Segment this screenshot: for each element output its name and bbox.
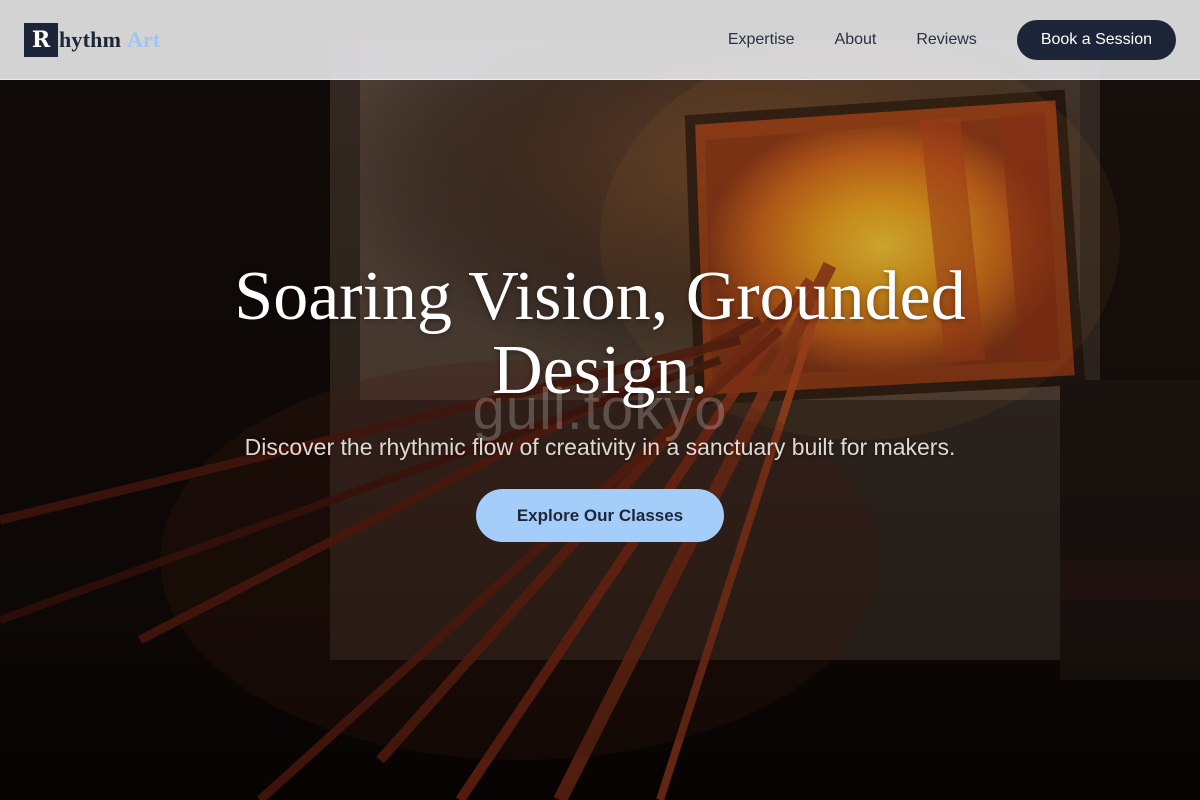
explore-classes-button[interactable]: Explore Our Classes xyxy=(475,489,725,542)
hero-subtitle: Discover the rhythmic flow of creativity… xyxy=(244,434,956,460)
book-session-button[interactable]: Book a Session xyxy=(1016,20,1176,60)
logo[interactable]: R hythm Art xyxy=(24,23,160,57)
hero-title-line1: Soaring Vision, Grounded xyxy=(234,258,966,335)
main-nav: Expertise About Reviews Book a Session xyxy=(728,20,1176,60)
nav-link-reviews[interactable]: Reviews xyxy=(916,31,976,49)
logo-accent: Art xyxy=(127,27,161,52)
nav-link-about[interactable]: About xyxy=(835,31,877,49)
hero-title-line2: Design. xyxy=(492,332,708,409)
hero-section: Soaring Vision, Grounded Design. gull.to… xyxy=(0,0,1200,800)
site-header: R hythm Art Expertise About Reviews Book… xyxy=(0,0,1200,80)
logo-word: hythm xyxy=(59,27,122,52)
logo-mark: R xyxy=(24,23,58,57)
nav-link-expertise[interactable]: Expertise xyxy=(728,31,795,49)
hero-title: Soaring Vision, Grounded Design. xyxy=(190,260,1010,408)
hero-content: Soaring Vision, Grounded Design. gull.to… xyxy=(0,260,1200,542)
